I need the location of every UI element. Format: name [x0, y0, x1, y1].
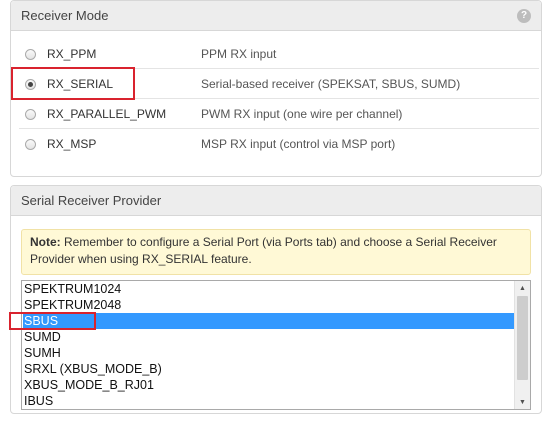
rx-serial-highlight-box: [11, 67, 135, 100]
rx-option-label: RX_PPM: [47, 47, 97, 61]
rx-option-desc: PPM RX input: [201, 47, 277, 61]
provider-option[interactable]: SUMH: [23, 345, 515, 361]
scroll-down-icon[interactable]: ▼: [515, 395, 530, 409]
serial-provider-listbox[interactable]: SPEKTRUM1024 SPEKTRUM2048 SBUS SUMD SUMH…: [21, 280, 531, 410]
help-icon[interactable]: ?: [517, 8, 531, 23]
serial-provider-note: Note: Remember to configure a Serial Por…: [21, 229, 531, 275]
rx-option-desc: Serial-based receiver (SPEKSAT, SBUS, SU…: [201, 77, 461, 91]
provider-option-selected[interactable]: SBUS: [23, 313, 515, 329]
radio-rx-parallel-pwm[interactable]: [25, 108, 36, 120]
provider-option[interactable]: XBUS_MODE_B_RJ01: [23, 377, 515, 393]
rx-option-label: RX_PARALLEL_PWM: [47, 107, 167, 121]
rx-option-parallel-pwm[interactable]: RX_PARALLEL_PWM PWM RX input (one wire p…: [11, 99, 531, 129]
provider-option[interactable]: SRXL (XBUS_MODE_B): [23, 361, 515, 377]
listbox-scrollbar[interactable]: ▲ ▼: [514, 281, 530, 409]
serial-provider-header: Serial Receiver Provider: [11, 186, 541, 216]
rx-option-msp[interactable]: RX_MSP MSP RX input (control via MSP por…: [11, 129, 531, 159]
provider-option[interactable]: SUMD: [23, 329, 515, 345]
receiver-mode-title: Receiver Mode: [21, 8, 109, 23]
radio-rx-msp[interactable]: [25, 138, 36, 150]
scrollbar-thumb[interactable]: [517, 296, 528, 380]
receiver-mode-header: Receiver Mode ?: [11, 1, 541, 31]
provider-option[interactable]: SPEKTRUM2048: [23, 297, 515, 313]
serial-provider-title: Serial Receiver Provider: [21, 193, 162, 208]
scroll-up-icon[interactable]: ▲: [515, 281, 530, 295]
sbus-highlight-box: [9, 312, 96, 330]
provider-option[interactable]: IBUS: [23, 393, 515, 409]
note-text: Remember to configure a Serial Port (via…: [30, 235, 497, 266]
serial-provider-panel: Serial Receiver Provider Note: Remember …: [10, 185, 542, 414]
note-label: Note:: [30, 235, 61, 249]
provider-option[interactable]: SPEKTRUM1024: [23, 281, 515, 297]
radio-rx-ppm[interactable]: [25, 48, 36, 60]
rx-option-desc: PWM RX input (one wire per channel): [201, 107, 403, 121]
rx-option-ppm[interactable]: RX_PPM PPM RX input: [11, 39, 531, 69]
rx-option-desc: MSP RX input (control via MSP port): [201, 137, 396, 151]
rx-option-label: RX_MSP: [47, 137, 97, 151]
